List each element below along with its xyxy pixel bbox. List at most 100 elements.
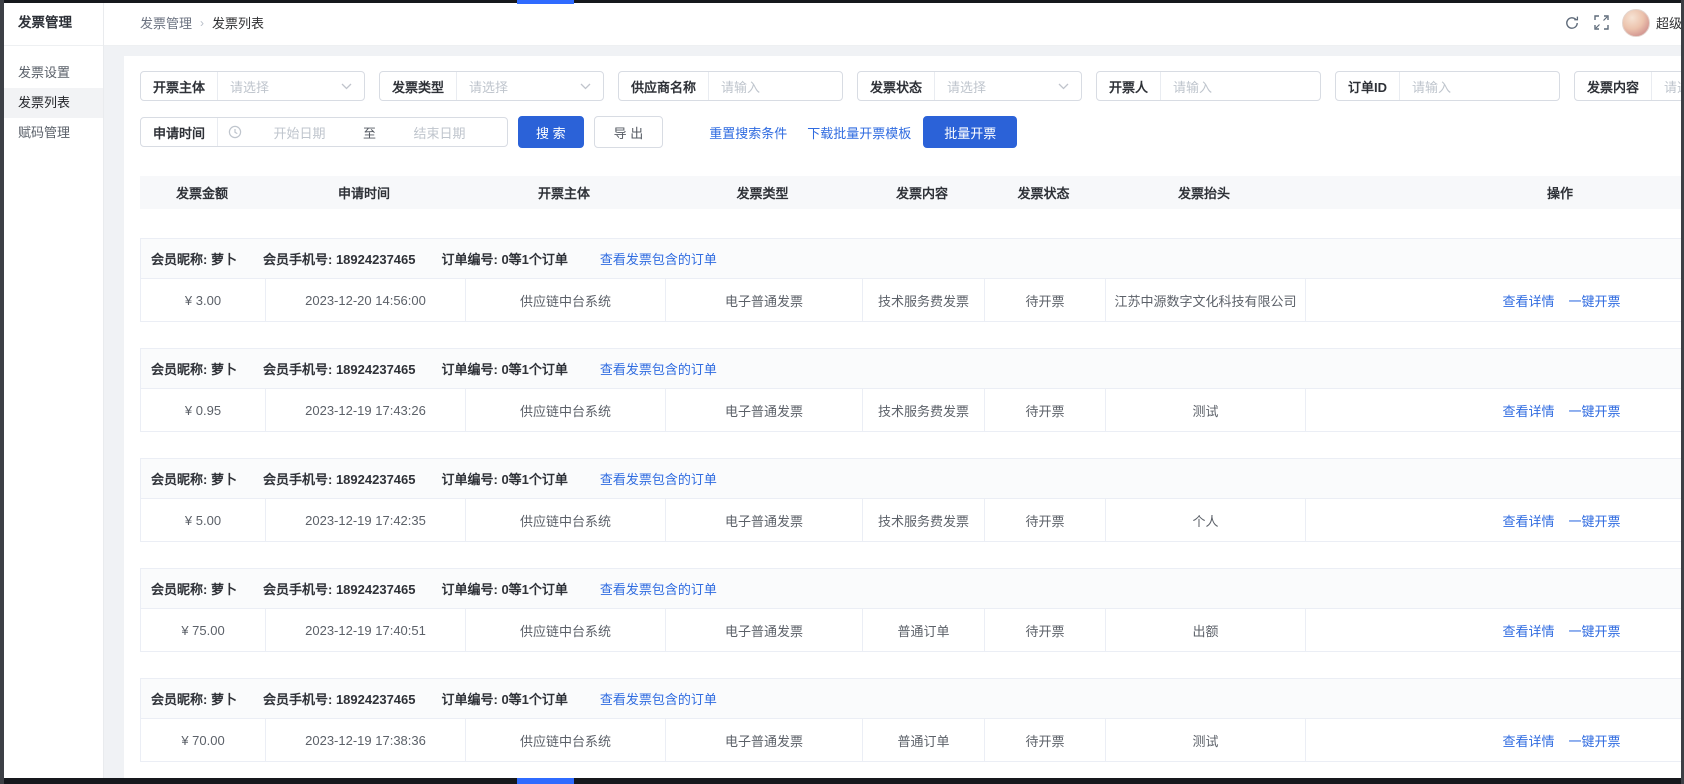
filter-field-7[interactable]: 发票内容 请选择 [1574,71,1684,101]
cell-invoice-amount: ¥ 75.00 [141,609,265,651]
one-click-invoice-link[interactable]: 一键开票 [1569,291,1621,310]
filter-field-1[interactable]: 开票主体 请选择 [140,71,365,101]
table-header-row: 发票金额 申请时间 开票主体 发票类型 发票内容 发票状态 发票抬头 操作 [140,176,1684,209]
view-included-orders-link[interactable]: 查看发票包含的订单 [600,579,717,598]
filter-field-input[interactable]: 请输入 [1161,77,1320,96]
user-name[interactable]: 超级管理员 [1656,13,1684,32]
window-frame-left [0,0,4,784]
member-phone: 会员手机号: 18924237465 [263,249,416,268]
filter-field-label: 订单ID [1336,77,1399,96]
table-row: ¥ 75.00 2023-12-19 17:40:51 供应链中台系统 电子普通… [141,609,1684,651]
table-column-header-8: 操作 [1304,183,1684,202]
cell-apply-time: 2023-12-19 17:40:51 [265,609,465,651]
filter-field-5[interactable]: 开票人 请输入 [1096,71,1321,101]
group-header-row: 会员昵称: 萝卜 会员手机号: 18924237465 订单编号: 0等1个订单… [141,459,1684,499]
one-click-invoice-link[interactable]: 一键开票 [1569,401,1621,420]
cell-invoice-content: 技术服务费发票 [862,279,984,321]
order-number: 订单编号: 0等1个订单 [441,689,567,708]
filter-field-input[interactable]: 请输入 [709,77,842,96]
view-detail-link[interactable]: 查看详情 [1502,621,1554,640]
invoice-group: 会员昵称: 萝卜 会员手机号: 18924237465 订单编号: 0等1个订单… [140,568,1684,652]
cell-apply-time: 2023-12-19 17:38:36 [265,719,465,761]
order-number: 订单编号: 0等1个订单 [441,469,567,488]
sidebar-item-2[interactable]: 发票列表 [0,88,103,118]
cell-apply-time: 2023-12-19 17:43:26 [265,389,465,431]
start-date-input[interactable]: 开始日期 [242,123,357,142]
sidebar-item-1[interactable]: 发票设置 [0,58,103,88]
member-phone: 会员手机号: 18924237465 [263,469,416,488]
filter-field-input[interactable]: 请选择 [935,77,1081,96]
cell-actions: 查看详情 一键开票 [1305,609,1684,651]
cell-invoice-content: 普通订单 [862,719,984,761]
table-column-header-5: 发票内容 [861,183,983,202]
cell-invoice-status: 待开票 [984,279,1105,321]
invoice-group: 会员昵称: 萝卜 会员手机号: 18924237465 订单编号: 0等1个订单… [140,238,1684,322]
filter-field-label: 供应商名称 [619,77,708,96]
filter-row-actions: 申请时间 开始日期 至 结束日期 [140,116,1684,148]
date-range-separator: 至 [357,123,382,142]
filter-field-6[interactable]: 订单ID 请输入 [1335,71,1560,101]
date-range-inputs[interactable]: 开始日期 至 结束日期 [218,123,507,142]
view-detail-link[interactable]: 查看详情 [1502,511,1554,530]
cell-invoice-entity: 供应链中台系统 [465,389,665,431]
table-column-header-6: 发票状态 [983,183,1104,202]
cell-invoice-status: 待开票 [984,499,1105,541]
invoice-table: 发票金额 申请时间 开票主体 发票类型 发票内容 发票状态 发票抬头 操作 会员… [140,176,1684,762]
user-avatar[interactable] [1622,9,1650,37]
chevron-down-icon [580,83,591,90]
sidebar-item-3[interactable]: 赋码管理 [0,118,103,148]
apply-time-label: 申请时间 [141,123,217,142]
refresh-icon[interactable] [1563,14,1580,31]
batch-invoice-button[interactable]: 批量开票 [923,116,1017,148]
view-detail-link[interactable]: 查看详情 [1502,291,1554,310]
filter-field-input[interactable]: 请选择 [218,77,364,96]
table-column-header-7: 发票抬头 [1104,183,1304,202]
cell-invoice-status: 待开票 [984,389,1105,431]
member-nickname: 会员昵称: 萝卜 [151,249,237,268]
group-header-row: 会员昵称: 萝卜 会员手机号: 18924237465 订单编号: 0等1个订单… [141,679,1684,719]
one-click-invoice-link[interactable]: 一键开票 [1569,731,1621,750]
filter-field-placeholder: 请选择 [230,77,269,96]
fullscreen-icon[interactable] [1593,14,1610,31]
search-button[interactable]: 搜 索 [518,116,584,148]
cell-invoice-content: 技术服务费发票 [862,499,984,541]
table-row: ¥ 3.00 2023-12-20 14:56:00 供应链中台系统 电子普通发… [141,279,1684,321]
download-batch-template-link[interactable]: 下载批量开票模板 [807,123,911,142]
filter-field-input[interactable]: 请选择 [457,77,603,96]
chevron-down-icon [341,83,352,90]
topbar: 发票管理 › 发票列表 超级管理员 [104,0,1684,46]
filter-field-input[interactable]: 请输入 [1400,77,1559,96]
apply-time-range-picker[interactable]: 申请时间 开始日期 至 结束日期 [140,117,508,147]
main-area: 发票管理 › 发票列表 超级管理员 [104,0,1684,784]
cell-invoice-status: 待开票 [984,719,1105,761]
filter-field-3[interactable]: 供应商名称 请输入 [618,71,843,101]
cell-invoice-type: 电子普通发票 [665,389,862,431]
view-included-orders-link[interactable]: 查看发票包含的订单 [600,689,717,708]
group-header-row: 会员昵称: 萝卜 会员手机号: 18924237465 订单编号: 0等1个订单… [141,569,1684,609]
cell-invoice-entity: 供应链中台系统 [465,609,665,651]
view-included-orders-link[interactable]: 查看发票包含的订单 [600,249,717,268]
cell-invoice-title: 测试 [1105,389,1305,431]
filter-field-2[interactable]: 发票类型 请选择 [379,71,604,101]
filter-field-input[interactable]: 请选择 [1652,77,1684,96]
reset-filters-link[interactable]: 重置搜索条件 [709,123,787,142]
member-phone: 会员手机号: 18924237465 [263,579,416,598]
breadcrumb-parent[interactable]: 发票管理 [140,13,192,32]
view-included-orders-link[interactable]: 查看发票包含的订单 [600,469,717,488]
cell-actions: 查看详情 一键开票 [1305,389,1684,431]
cell-invoice-content: 普通订单 [862,609,984,651]
invoice-list-card: 开票主体 请选择 发票类型 请选择 供应商名称 请输入 发票状态 请选择 开票人 [124,56,1684,784]
cell-invoice-type: 电子普通发票 [665,279,862,321]
table-groups: 会员昵称: 萝卜 会员手机号: 18924237465 订单编号: 0等1个订单… [140,238,1684,762]
one-click-invoice-link[interactable]: 一键开票 [1569,511,1621,530]
export-button[interactable]: 导 出 [594,116,664,148]
order-number: 订单编号: 0等1个订单 [441,249,567,268]
view-detail-link[interactable]: 查看详情 [1502,731,1554,750]
table-column-header-2: 申请时间 [264,183,464,202]
end-date-input[interactable]: 结束日期 [382,123,497,142]
one-click-invoice-link[interactable]: 一键开票 [1569,621,1621,640]
view-detail-link[interactable]: 查看详情 [1502,401,1554,420]
filter-field-placeholder: 请输入 [721,77,760,96]
view-included-orders-link[interactable]: 查看发票包含的订单 [600,359,717,378]
filter-field-4[interactable]: 发票状态 请选择 [857,71,1082,101]
